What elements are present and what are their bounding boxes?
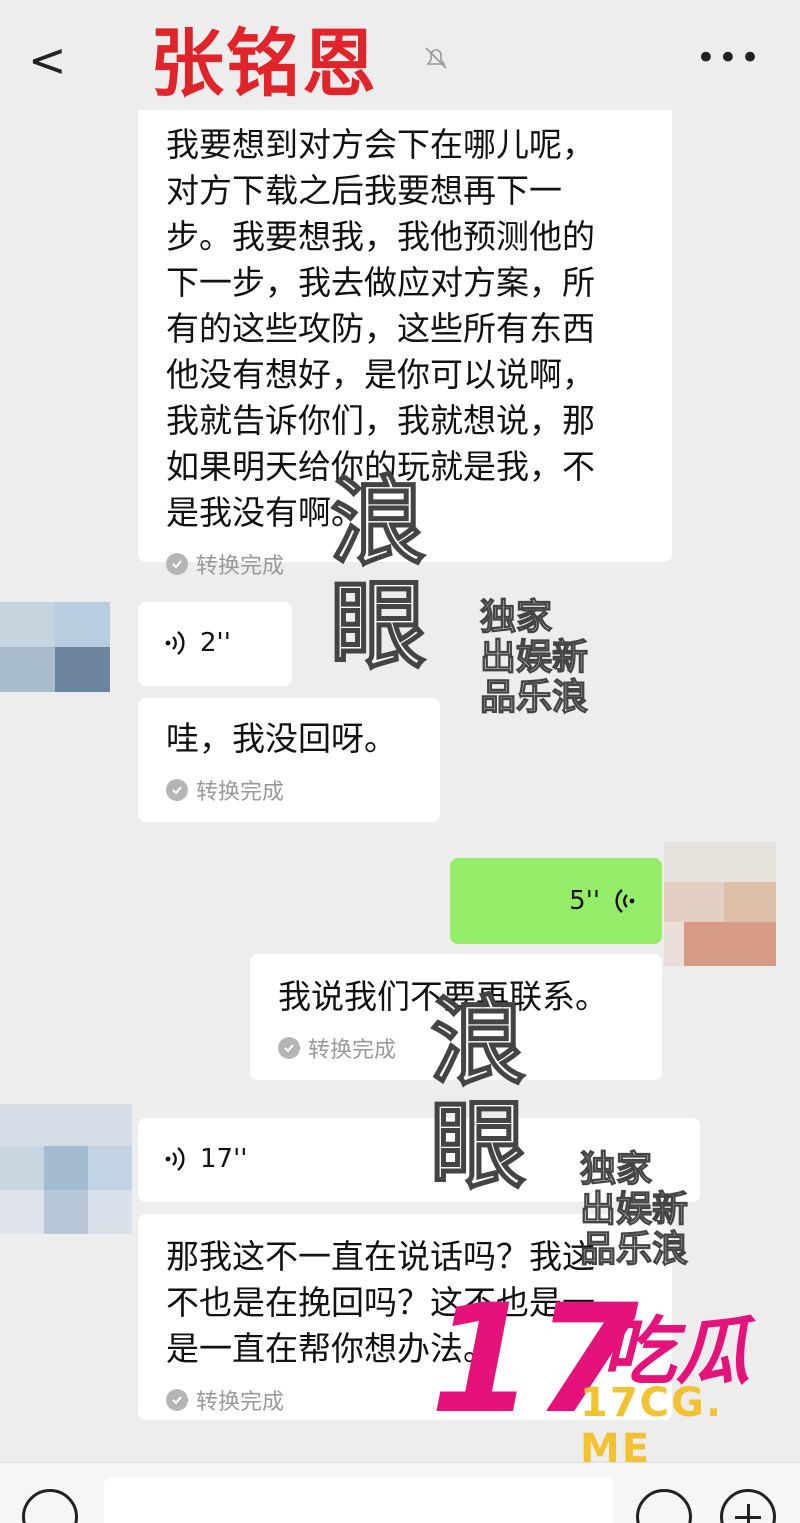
- conversion-status-label: 转换完成: [308, 1038, 397, 1063]
- voice-message-self[interactable]: 5'': [450, 858, 662, 944]
- conversion-status-label: 转换完成: [196, 1390, 285, 1415]
- message-text: 我要想到对方会下在哪儿呢， 对方下载之后我要想再下一 步。我要想我，我他预测他的…: [166, 125, 595, 532]
- plus-icon[interactable]: [720, 1489, 776, 1523]
- voice-wave-icon: [165, 631, 185, 655]
- conversion-status: 转换完成: [278, 1032, 634, 1064]
- voice-duration: 5'': [569, 886, 600, 916]
- message-text: 我说我们不要再联系。: [278, 977, 608, 1016]
- message-input[interactable]: [104, 1477, 614, 1523]
- logo-url: 17CG. ME: [580, 1380, 724, 1472]
- message-bubble-text[interactable]: 我要想到对方会下在哪儿呢， 对方下载之后我要想再下一 步。我要想我，我他预测他的…: [138, 100, 672, 579]
- avatar-contact[interactable]: [0, 1104, 132, 1234]
- voice-wave-icon: [165, 1147, 185, 1171]
- site-logo: 17 吃瓜 17CG. ME: [430, 1280, 800, 1472]
- message-bubble-text[interactable]: 哇，我没回呀。 转换完成: [138, 698, 440, 822]
- conversion-status-label: 转换完成: [196, 554, 285, 579]
- message-bubble-text-self[interactable]: 我说我们不要再联系。 转换完成: [250, 954, 662, 1080]
- voice-input-icon[interactable]: [22, 1489, 78, 1523]
- message-text: 哇，我没回呀。: [166, 719, 397, 758]
- chat-title: 张铭恩: [150, 21, 378, 107]
- voice-duration: 2'': [200, 628, 231, 658]
- more-options-icon[interactable]: •••: [696, 38, 762, 78]
- chat-header: < 张铭恩 •••: [0, 0, 800, 110]
- watermark-side: 独家 出娱新 品乐浪: [479, 597, 589, 718]
- bell-off-icon: [425, 47, 447, 69]
- check-icon: [166, 779, 188, 801]
- conversion-status: 转换完成: [166, 774, 412, 806]
- avatar-contact[interactable]: [0, 602, 110, 692]
- avatar-self[interactable]: [664, 842, 776, 966]
- check-icon: [166, 1389, 188, 1411]
- emoji-icon[interactable]: [636, 1489, 692, 1523]
- check-icon: [166, 553, 188, 575]
- voice-message[interactable]: 2'': [138, 602, 292, 686]
- voice-message[interactable]: 17'': [138, 1118, 700, 1202]
- conversion-status: 转换完成: [166, 548, 644, 580]
- voice-wave-icon: [615, 889, 635, 913]
- check-icon: [278, 1037, 300, 1059]
- conversion-status-label: 转换完成: [196, 780, 285, 805]
- back-arrow-icon[interactable]: <: [28, 30, 68, 90]
- voice-duration: 17'': [200, 1144, 248, 1174]
